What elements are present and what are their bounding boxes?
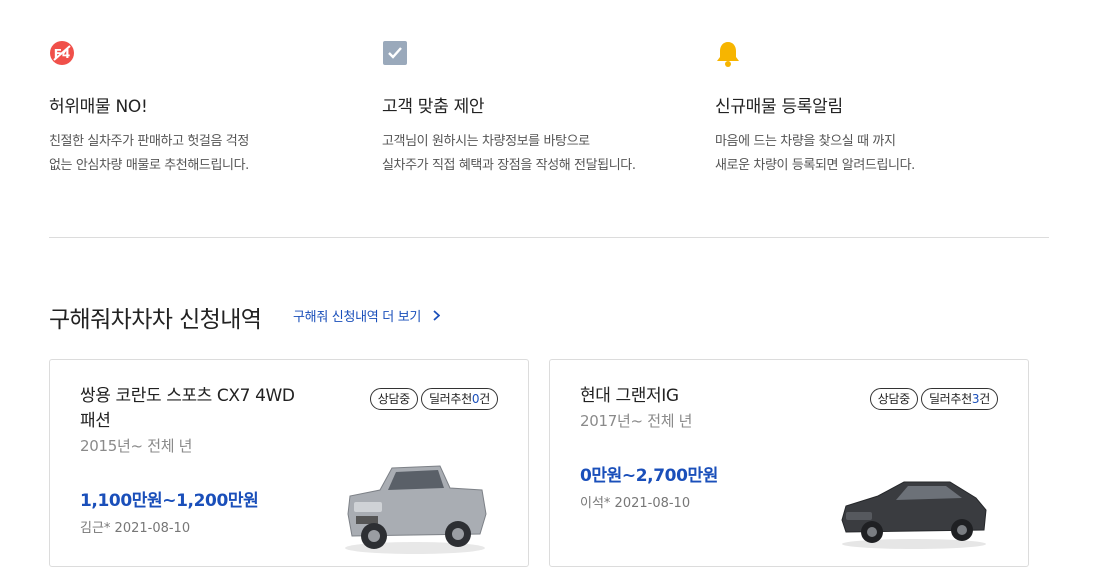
feature-desc-line: 없는 안심차량 매물로 추천해드립니다. <box>49 158 249 173</box>
requester-info: 김근* 2021-08-10 <box>80 521 191 536</box>
chevron-right-icon <box>433 310 441 325</box>
status-badge: 상담중 <box>869 388 918 410</box>
car-image <box>841 481 987 549</box>
feature-desc: 친절한 실차주가 판매하고 헛걸음 걱정 없는 안심차량 매물로 추천해드립니다… <box>49 130 249 178</box>
divider <box>49 237 1049 238</box>
request-card[interactable]: 쌍용 코란도 스포츠 CX7 4WD 패션 2015년~ 전체 년 상담중 딜러… <box>49 359 529 567</box>
feature-desc-line: 고객님이 원하시는 차량정보를 바탕으로 <box>382 134 590 149</box>
feature-desc: 고객님이 원하시는 차량정보를 바탕으로 실차주가 직접 혜택과 장점을 작성해… <box>382 130 636 178</box>
dealer-recommend-badge: 딜러추천0건 <box>420 388 498 410</box>
badges: 상담중 딜러추천3건 <box>869 388 998 410</box>
feature-desc-line: 실차주가 직접 혜택과 장점을 작성해 전달됩니다. <box>382 158 636 173</box>
more-requests-link[interactable]: 구해줘 신청내역 더 보기 <box>293 306 441 325</box>
car-name: 쌍용 코란도 스포츠 CX7 4WD 패션 2015년~ 전체 년 <box>80 384 310 458</box>
car-name-text: 쌍용 코란도 스포츠 CX7 4WD 패션 <box>80 386 295 431</box>
features-section: F4 허위매물 NO! 친절한 실차주가 판매하고 헛걸음 걱정 없는 안심차량… <box>49 40 1049 190</box>
feature-desc-line: 친절한 실차주가 판매하고 헛걸음 걱정 <box>49 134 249 149</box>
feature-title: 고객 맞춤 제안 <box>382 97 485 117</box>
dealer-recommend-badge: 딜러추천3건 <box>920 388 998 410</box>
car-name-text: 현대 그랜저IG <box>580 386 679 406</box>
car-year: 2017년~ 전체 년 <box>580 412 693 430</box>
bell-icon <box>715 40 741 67</box>
checkbox-icon <box>382 40 408 66</box>
requester-info: 이석* 2021-08-10 <box>580 496 691 511</box>
more-link-label: 구해줘 신청내역 더 보기 <box>293 310 422 325</box>
dealer-label: 딜러추천 <box>428 392 472 406</box>
price-range: 0만원~2,700만원 <box>580 466 719 486</box>
feature-desc-line: 새로운 차량이 등록되면 알려드립니다. <box>715 158 915 173</box>
price-range: 1,100만원~1,200만원 <box>80 491 259 511</box>
request-card[interactable]: 현대 그랜저IG 2017년~ 전체 년 상담중 딜러추천3건 0만원~2,70… <box>549 359 1029 567</box>
feature-desc-line: 마음에 드는 차량을 찾으실 때 까지 <box>715 134 896 149</box>
feature-desc: 마음에 드는 차량을 찾으실 때 까지 새로운 차량이 등록되면 알려드립니다. <box>715 130 915 178</box>
feature-title: 허위매물 NO! <box>49 97 148 117</box>
no-fake-listing-icon: F4 <box>49 40 75 66</box>
car-name: 현대 그랜저IG 2017년~ 전체 년 <box>580 384 810 433</box>
car-year: 2015년~ 전체 년 <box>80 437 193 455</box>
badges: 상담중 딜러추천0건 <box>369 388 498 410</box>
feature-title: 신규매물 등록알림 <box>715 97 843 117</box>
dealer-label: 딜러추천 <box>928 392 972 406</box>
section-title: 구해줘차차차 신청내역 <box>49 307 262 333</box>
dealer-unit: 건 <box>979 392 990 406</box>
dealer-unit: 건 <box>479 392 490 406</box>
car-image <box>345 465 487 554</box>
status-badge: 상담중 <box>369 388 418 410</box>
